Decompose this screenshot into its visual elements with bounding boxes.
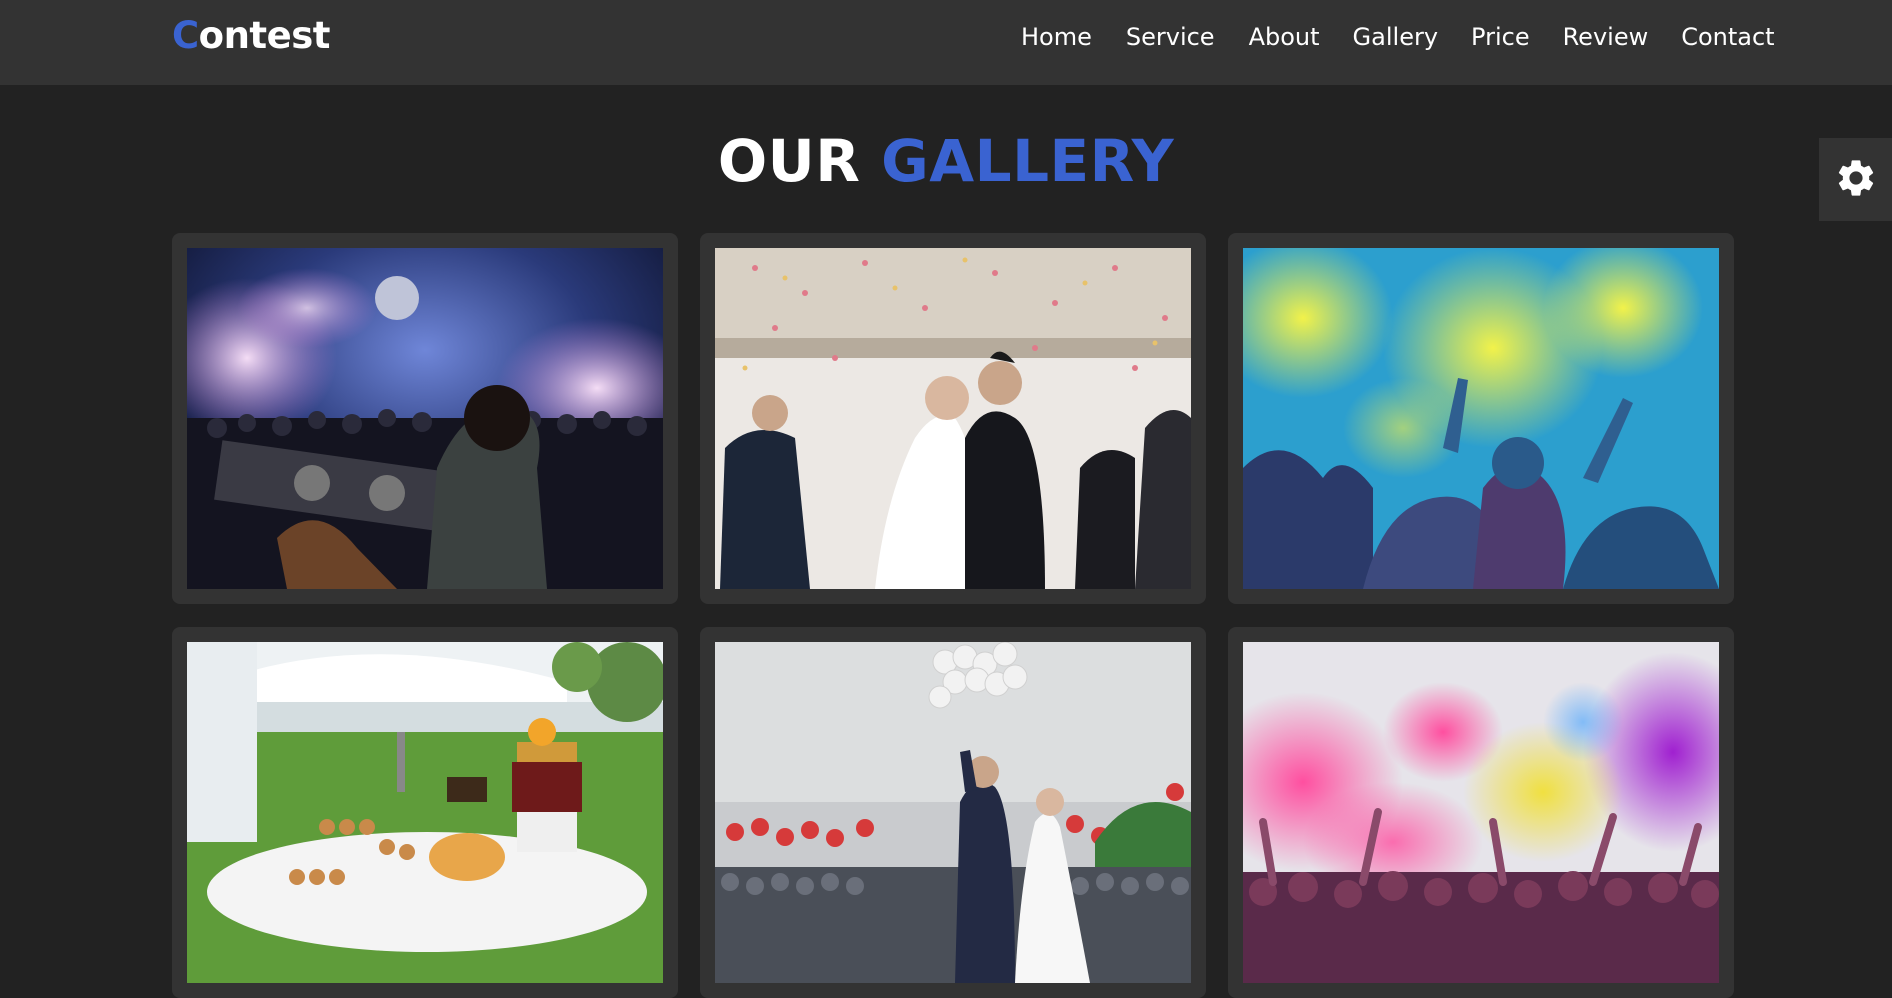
settings-toggle-button[interactable] [1819,138,1892,221]
nav-home[interactable]: Home [1021,21,1092,53]
dj-party-photo [187,248,663,589]
nav-about[interactable]: About [1249,21,1320,53]
nav-price[interactable]: Price [1471,21,1530,53]
wedding-balloons-photo [715,642,1191,983]
gallery-card[interactable] [700,233,1206,604]
gallery-card[interactable] [172,233,678,604]
nav-review[interactable]: Review [1563,21,1649,53]
section-title: OUR GALLERY [0,124,1892,198]
main-nav: Home Service About Gallery Price Review … [1021,21,1775,53]
gallery-card[interactable] [700,627,1206,998]
nav-service[interactable]: Service [1126,21,1215,53]
site-logo[interactable]: Contest [172,14,330,58]
section-title-accent: GALLERY [881,127,1175,195]
gallery-card[interactable] [1228,233,1734,604]
nav-contact[interactable]: Contact [1681,21,1774,53]
nav-gallery[interactable]: Gallery [1353,21,1438,53]
logo-accent-letter: C [172,14,199,57]
gallery-card[interactable] [1228,627,1734,998]
dessert-table-photo [187,642,663,983]
holi-crowd-photo [1243,642,1719,983]
gear-icon [1834,156,1878,204]
wedding-confetti-photo [715,248,1191,589]
section-title-first: OUR [717,127,861,195]
site-header: Contest Home Service About Gallery Price… [0,0,1892,85]
gallery-card[interactable] [172,627,678,998]
color-powder-festival-photo [1243,248,1719,589]
logo-text: ontest [198,14,331,57]
